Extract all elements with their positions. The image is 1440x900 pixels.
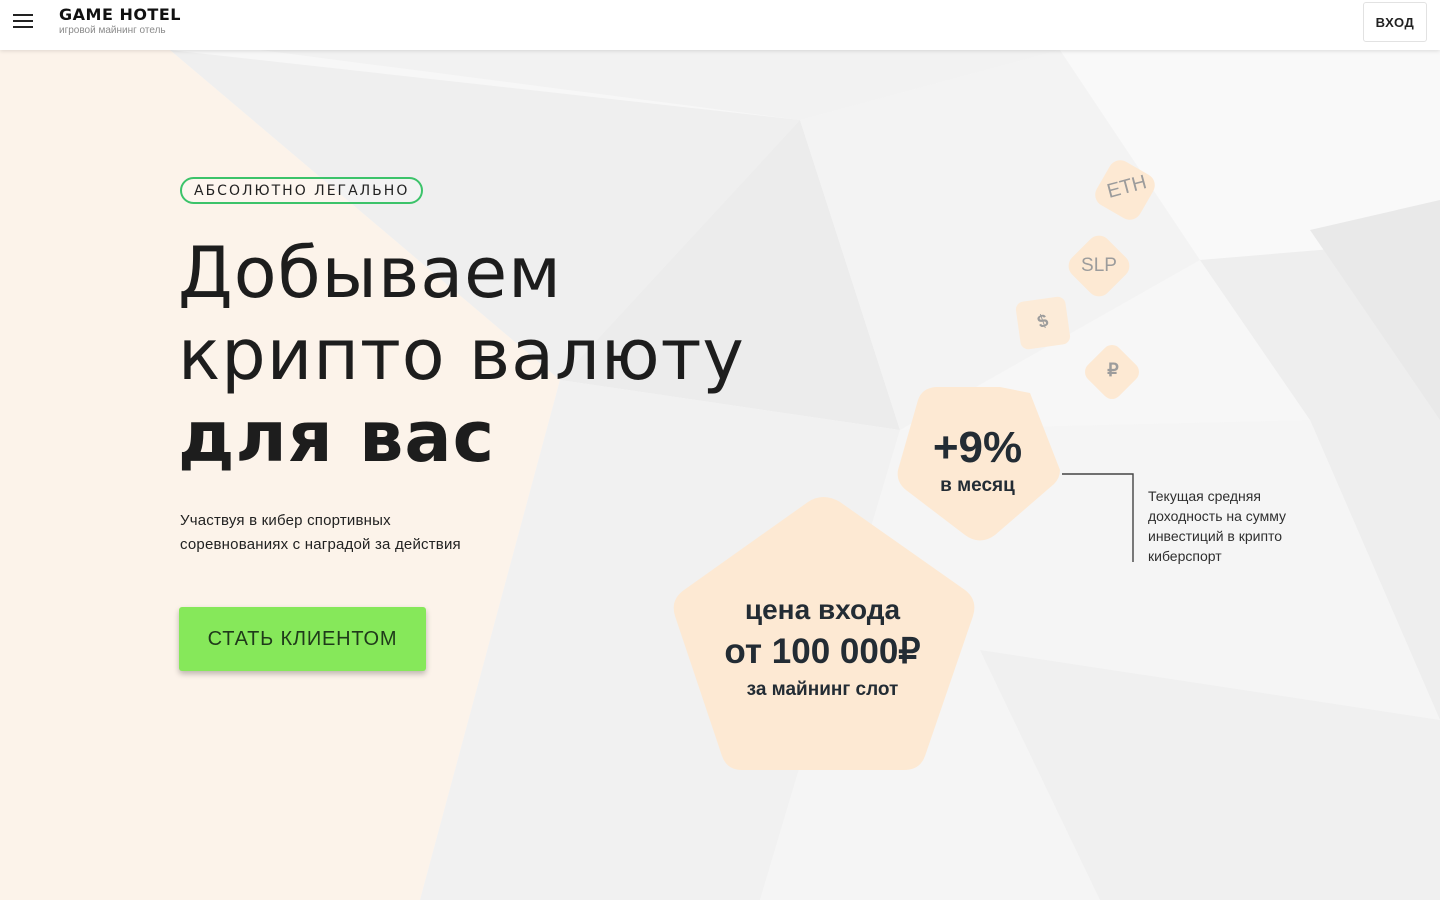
headline-line-2: крипто валюту [178, 314, 745, 396]
note-line-1: Текущая средняя [1148, 488, 1261, 504]
note-line-4: киберспорт [1148, 548, 1222, 564]
legal-badge: АБСОЛЮТНО ЛЕГАЛЬНО [180, 177, 424, 204]
headline-line-3: для вас [178, 396, 496, 478]
price-value: от 100 000₽ [724, 632, 921, 671]
yield-value: +9% [932, 423, 1023, 472]
note-line-2: доходность на сумму [1148, 508, 1287, 524]
logo-subtitle: игровой майнинг отель [59, 25, 166, 36]
subtitle-line-1: Участвуя в кибер спортивных [180, 512, 391, 529]
hero-subtitle: Участвуя в кибер спортивных соревнования… [180, 509, 520, 557]
hero-headline: Добываем крипто валюту для вас [178, 232, 745, 478]
become-client-button[interactable]: СТАТЬ КЛИЕНТОМ [179, 607, 426, 671]
yield-note: Текущая средняя доходность на сумму инве… [1148, 486, 1294, 566]
yield-period: в месяц [940, 475, 1015, 496]
price-label: цена входа [744, 594, 901, 625]
note-line-3: инвестиций в крипто [1148, 528, 1283, 544]
yield-block: +9% в месяц [905, 420, 1050, 496]
ruble-coin-label: ₽ [1107, 360, 1119, 380]
top-header: GAME HOTEL игровой майнинг отель ВХОД [0, 0, 1440, 50]
subtitle-line-2: соревнованиях с наградой за действия [180, 536, 461, 553]
price-block: цена входа от 100 000₽ за майнинг слот [680, 588, 965, 708]
headline-line-1: Добываем [178, 232, 562, 314]
login-button[interactable]: ВХОД [1363, 2, 1427, 42]
logo-title: GAME HOTEL [59, 5, 181, 24]
logo[interactable]: GAME HOTEL игровой майнинг отель [59, 5, 181, 37]
slp-coin-label: SLP [1081, 255, 1117, 276]
hamburger-menu-icon[interactable] [13, 14, 33, 30]
price-unit: за майнинг слот [746, 679, 899, 700]
